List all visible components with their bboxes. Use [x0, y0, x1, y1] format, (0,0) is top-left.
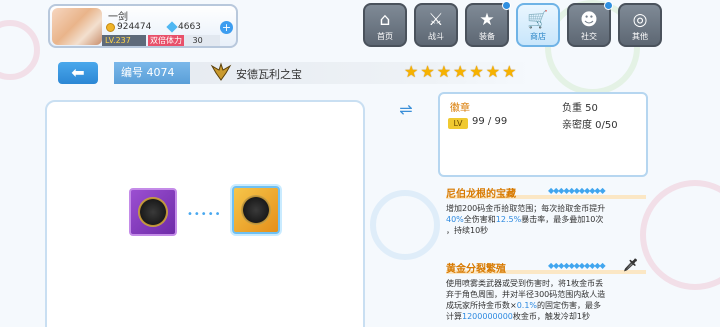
skill-desc-line: 成玩家所持金币数×0.1%的固定伤害，最多	[446, 300, 646, 311]
skill-block: 黄金分裂繁殖 ◆◆◆◆◆◆◆◆◆◆◆ 🗡 使用喷雾类武器或受到伤害时，将1枚金币…	[446, 258, 646, 322]
skill-desc-line: 增加200码金币拾取范围；每次拾取金币提升	[446, 204, 606, 213]
skill-title-text: 尼伯龙根的宝藏	[446, 189, 516, 200]
skill-description: 使用喷雾类武器或受到伤害时，将1枚金币丢 弃于角色周围，并对半径300码范围内敌…	[446, 278, 646, 322]
gem-row-icon: ◆◆◆◆◆◆◆◆◆◆◆	[548, 261, 606, 270]
target-icon: ◎	[632, 10, 648, 30]
stamina-value: 30	[192, 36, 203, 45]
star-rating: ★ ★ ★ ★ ★ ★ ★	[404, 64, 516, 80]
transfer-icon[interactable]: ⇌	[394, 100, 418, 120]
menu-other-button[interactable]: ◎ 其他	[618, 3, 662, 47]
highlight-value: 0.1%	[516, 301, 538, 310]
house-icon: ⌂	[379, 10, 391, 30]
item-id-label: 编号 4074	[114, 62, 190, 84]
gold-counter: 924474	[106, 22, 151, 32]
top-bar: 一剑 924474 4663 + LV.237 双倍体力 30 ⌂ 首页 ⚔ 战…	[0, 0, 720, 52]
star-icon: ★	[502, 62, 517, 81]
skill-desc-text: 的固定伤害，最多	[537, 301, 602, 310]
menu-equipment-button[interactable]: ★ 装备	[465, 1, 511, 47]
shopping-cart-icon: 🛒	[527, 10, 549, 30]
skill-desc-text: 暴击率，最多叠加10次	[521, 215, 604, 224]
item-weight: 负重 50	[562, 103, 598, 114]
badge-medal-icon	[241, 195, 271, 225]
skill-desc-text: 计算	[446, 312, 462, 321]
star-icon: ★	[453, 62, 468, 81]
back-button[interactable]: ⬅	[58, 62, 98, 84]
skill-title: 尼伯龙根的宝藏 ◆◆◆◆◆◆◆◆◆◆◆	[446, 185, 646, 200]
menu-home-button[interactable]: ⌂ 首页	[363, 3, 407, 47]
skill-desc-line: 计算1200000000枚金币，触发冷却1秒	[446, 311, 646, 322]
arrow-dots-icon: •••••	[187, 209, 222, 220]
star-icon: ★	[485, 62, 501, 81]
skill-title: 黄金分裂繁殖 ◆◆◆◆◆◆◆◆◆◆◆ 🗡	[446, 258, 646, 275]
star-icon: ★	[436, 62, 452, 81]
gem-amount: 4663	[178, 22, 201, 32]
menu-other-label: 其他	[632, 32, 648, 41]
sword-icon: 🗡	[623, 258, 639, 272]
item-icon-after[interactable]	[232, 186, 280, 234]
stamina-label: 双倍体力	[148, 35, 184, 46]
skill-desc-line: ，持续10秒	[446, 226, 489, 235]
menu-home-label: 首页	[377, 32, 393, 41]
crest-icon	[210, 62, 232, 81]
skill-title-text: 黄金分裂繁殖	[446, 264, 506, 275]
highlight-value: 40%	[446, 215, 464, 224]
skill-description: 增加200码金币拾取范围；每次拾取金币提升 40%全伤害和12.5%暴击率，最多…	[446, 203, 646, 236]
stamina-bar: 双倍体力 30	[148, 35, 220, 46]
item-name: 安德瓦利之宝	[236, 68, 302, 81]
player-card[interactable]: 一剑 924474 4663 + LV.237 双倍体力 30	[48, 4, 238, 48]
menu-social-button[interactable]: ☻ 社交	[567, 1, 613, 47]
star-icon: ★	[420, 62, 435, 81]
item-level: 99 / 99	[472, 116, 508, 127]
menu-battle-button[interactable]: ⚔ 战斗	[414, 3, 458, 47]
skull-icon: ☻	[580, 10, 598, 30]
item-info-box: 徽章 负重 50 LV 99 / 99 亲密度 0/50	[438, 92, 648, 177]
menu-battle-label: 战斗	[428, 32, 444, 41]
gem-row-icon: ◆◆◆◆◆◆◆◆◆◆◆	[548, 186, 606, 195]
item-type: 徽章	[450, 103, 470, 114]
player-level: LV.237	[102, 35, 146, 46]
gold-amount: 924474	[117, 22, 152, 32]
skill-desc-line: 使用喷雾类武器或受到伤害时，将1枚金币丢	[446, 279, 604, 288]
skill-desc-text: 全伤害和	[463, 215, 496, 224]
add-currency-button[interactable]: +	[220, 21, 233, 34]
item-icon-before[interactable]	[129, 188, 177, 236]
background-ring	[640, 180, 720, 290]
diamond-icon	[166, 21, 178, 33]
menu-shop-button[interactable]: 🛒 商店	[516, 3, 560, 47]
skill-desc-line: 40%全伤害和12.5%暴击率，最多叠加10次	[446, 214, 646, 225]
menu-social-label: 社交	[581, 32, 597, 41]
skill-block: 尼伯龙根的宝藏 ◆◆◆◆◆◆◆◆◆◆◆ 增加200码金币拾取范围；每次拾取金币提…	[446, 185, 646, 236]
menu-equipment-label: 装备	[479, 32, 495, 41]
coin-icon	[106, 22, 115, 32]
item-intimacy: 亲密度 0/50	[562, 120, 618, 131]
notification-badge	[502, 1, 511, 10]
level-tag: LV	[448, 118, 468, 129]
skill-desc-text: 成玩家所持金币数×	[446, 301, 517, 310]
skill-desc-text: 枚金币，触发冷却1秒	[512, 312, 590, 321]
menu-shop-label: 商店	[530, 32, 546, 41]
highlight-value: 1200000000	[462, 312, 513, 321]
gem-counter: 4663	[166, 21, 201, 33]
background-ring	[370, 190, 440, 260]
star-icon: ★	[469, 62, 484, 81]
notification-badge	[604, 1, 613, 10]
player-name: 一剑	[108, 12, 128, 23]
star-box-icon: ★	[479, 10, 495, 30]
badge-medal-icon	[138, 197, 168, 227]
skill-desc-line: 弃于角色周围，并对半径300码范围内敌人造	[446, 290, 606, 299]
avatar[interactable]	[52, 8, 102, 45]
crossed-swords-icon: ⚔	[428, 10, 444, 30]
highlight-value: 12.5%	[495, 215, 522, 224]
star-icon: ★	[404, 62, 419, 81]
